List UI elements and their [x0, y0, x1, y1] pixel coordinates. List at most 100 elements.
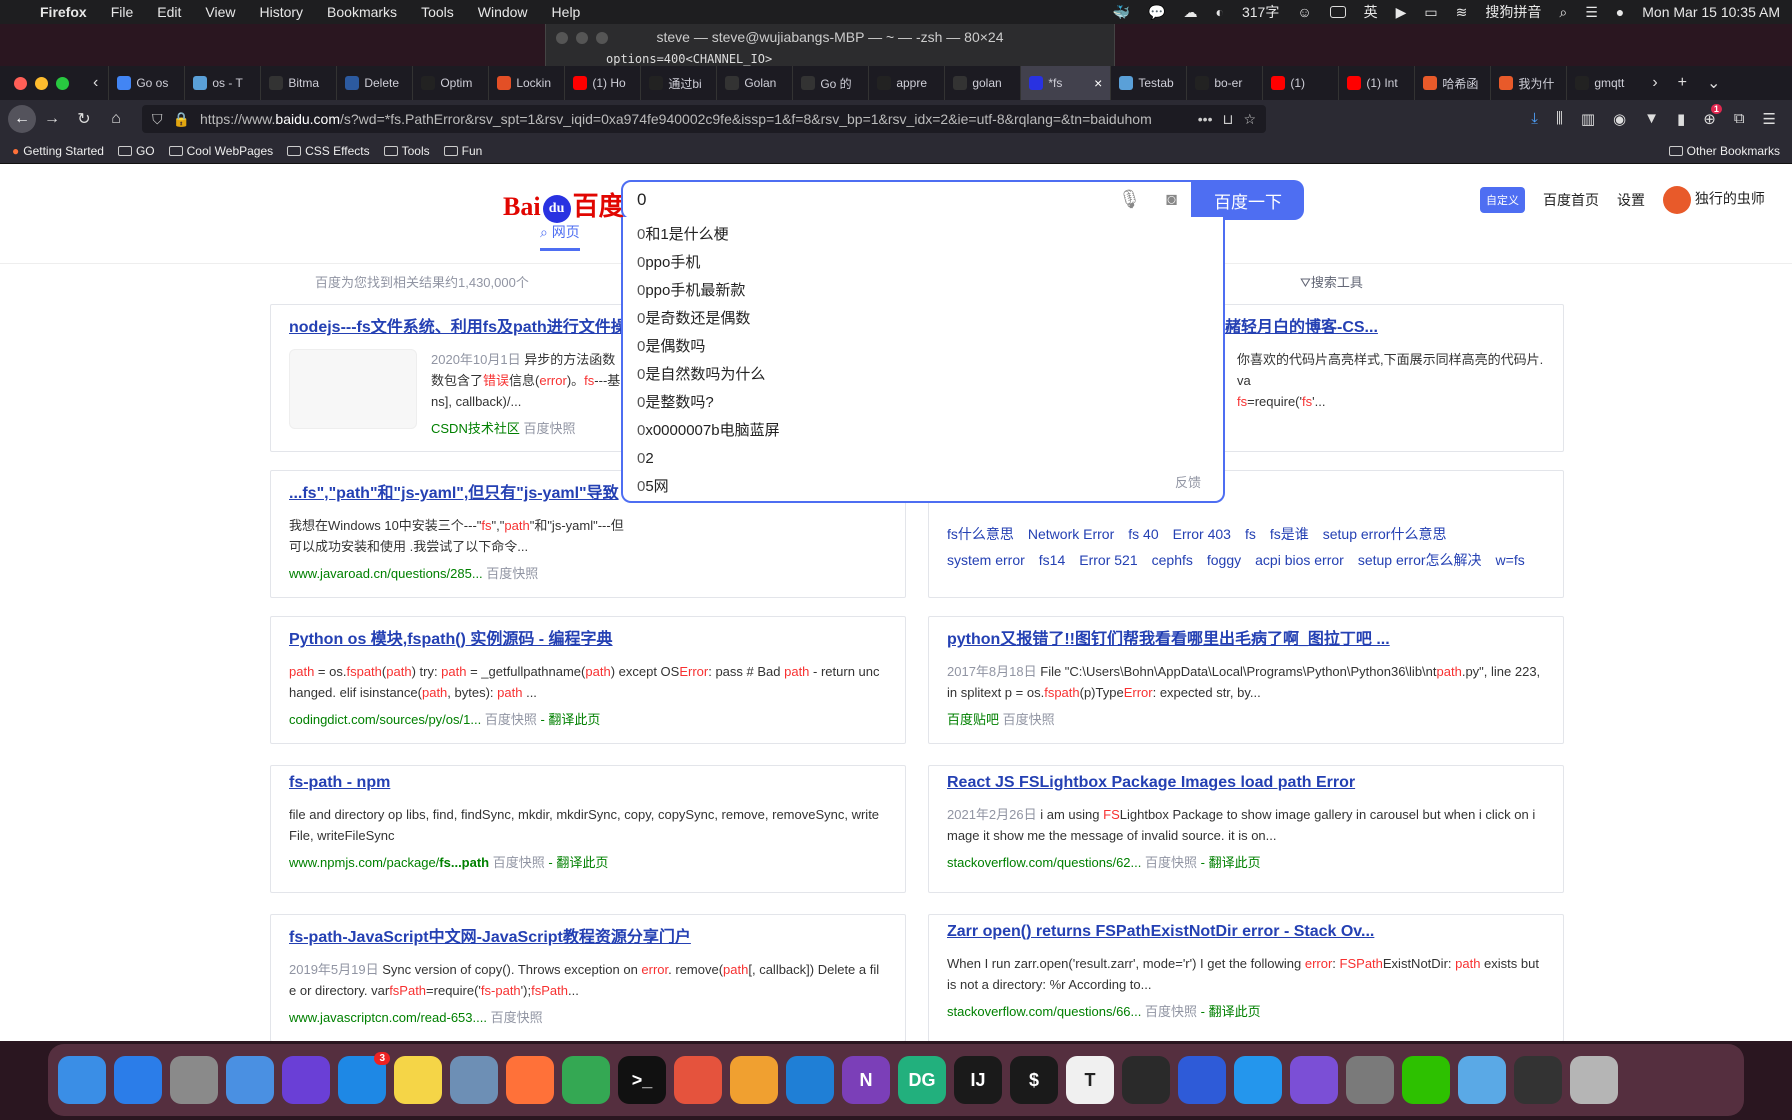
menu-view[interactable]: View — [205, 4, 235, 20]
library-icon[interactable]: ⫼ — [1556, 110, 1563, 128]
preview-icon[interactable] — [450, 1056, 498, 1104]
cloud-menu-icon[interactable]: ☁ — [1184, 4, 1198, 21]
tab-17[interactable]: 哈希函 — [1414, 66, 1490, 100]
wechat-icon[interactable] — [1402, 1056, 1450, 1104]
result-title[interactable]: React JS FSLightbox Package Images load … — [947, 774, 1545, 792]
screenshots-icon[interactable] — [1514, 1056, 1562, 1104]
typora-icon[interactable]: T — [1066, 1056, 1114, 1104]
spotlight-icon[interactable]: ⌕ — [1559, 4, 1567, 21]
bookmark-cool-webpages[interactable]: Cool WebPages — [168, 144, 273, 158]
terminal-icon[interactable]: >_ — [618, 1056, 666, 1104]
related-search-link[interactable]: Error 403 — [1173, 521, 1231, 547]
chrome-icon[interactable] — [562, 1056, 610, 1104]
related-search-link[interactable]: fs是谁 — [1270, 521, 1309, 547]
emoji-menu-icon[interactable]: ☺ — [1297, 4, 1311, 20]
menu-window[interactable]: Window — [478, 4, 528, 20]
ime-indicator[interactable]: 英 — [1364, 2, 1378, 22]
menu-edit[interactable]: Edit — [157, 4, 181, 20]
suggestion-item[interactable]: 05网 — [623, 473, 1223, 501]
camera-icon[interactable]: ◙ — [1166, 189, 1177, 210]
suggestion-item[interactable]: 0是整数吗? — [623, 389, 1223, 417]
forward-icon[interactable]: → — [36, 110, 68, 128]
char-count[interactable]: 317字 — [1242, 2, 1279, 22]
user-menu[interactable]: 独行的虫师 — [1663, 186, 1765, 214]
menu-bookmarks[interactable]: Bookmarks — [327, 4, 397, 20]
github-desktop-icon[interactable] — [1290, 1056, 1338, 1104]
tab-11[interactable]: golan — [944, 66, 1020, 100]
result-source[interactable]: stackoverflow.com/questions/62... 百度快照 -… — [947, 852, 1545, 871]
tab-14[interactable]: bo-er — [1186, 66, 1262, 100]
search-tools-button[interactable]: ⛛搜索工具 — [1300, 272, 1363, 291]
back-icon[interactable]: ← — [8, 105, 36, 133]
feedback-link[interactable]: 反馈 — [1175, 472, 1201, 491]
url-text[interactable]: https://www.baidu.com/s?wd=*fs.PathError… — [200, 111, 1188, 127]
related-search-link[interactable]: acpi bios error — [1255, 547, 1344, 573]
result-title[interactable]: Zarr open() returns FSPathExistNotDir er… — [947, 923, 1545, 941]
streaming-icon[interactable] — [1178, 1056, 1226, 1104]
list-tabs-icon[interactable]: ⌄ — [1697, 73, 1730, 93]
vscode-icon[interactable] — [786, 1056, 834, 1104]
tab-scroll-left-icon[interactable]: ‹ — [83, 74, 108, 92]
menu-file[interactable]: File — [111, 4, 134, 20]
related-search-link[interactable]: foggy — [1207, 547, 1241, 573]
sogou-input[interactable]: 搜狗拼音 — [1485, 2, 1541, 22]
remote-desktop-icon[interactable] — [674, 1056, 722, 1104]
play-menu-icon[interactable]: ▶ — [1396, 4, 1407, 21]
bookmark-getting-started[interactable]: ● Getting Started — [12, 144, 104, 158]
related-search-link[interactable]: setup error怎么解决 — [1358, 547, 1482, 573]
result-title[interactable]: fs-path-JavaScript中文网-JavaScript教程资源分享门户 — [289, 923, 887, 947]
result-title[interactable]: python又报错了!!图钉们帮我看看哪里出毛病了啊_图拉丁吧 ... — [947, 625, 1545, 649]
moon-menu-icon[interactable]: ◐ — [1216, 4, 1224, 20]
menu-history[interactable]: History — [259, 4, 303, 20]
keyboard-menu-icon[interactable] — [1329, 6, 1346, 18]
finder-icon[interactable] — [58, 1056, 106, 1104]
zoom-window-icon[interactable] — [56, 76, 69, 90]
pages-icon[interactable] — [730, 1056, 778, 1104]
siri-icon[interactable] — [282, 1056, 330, 1104]
launchpad-icon[interactable] — [170, 1056, 218, 1104]
system-preferences-icon[interactable] — [1346, 1056, 1394, 1104]
tab-9[interactable]: Go 的 — [792, 66, 868, 100]
tab-15[interactable]: (1) — [1262, 66, 1338, 100]
bookmark-fun[interactable]: Fun — [443, 144, 482, 158]
result-source[interactable]: www.npmjs.com/package/fs...path 百度快照 - 翻… — [289, 852, 887, 871]
menu-icon[interactable]: ☰ — [1763, 110, 1776, 128]
tab-6[interactable]: (1) Ho — [564, 66, 640, 100]
intellij-icon[interactable]: IJ — [954, 1056, 1002, 1104]
control-center-icon[interactable]: ☰ — [1585, 4, 1598, 21]
result-title[interactable]: fs-path - npm — [289, 774, 887, 792]
related-search-link[interactable]: fs 40 — [1128, 521, 1158, 547]
close-tab-icon[interactable]: × — [1094, 75, 1102, 91]
search-button[interactable]: 百度一下 — [1192, 180, 1304, 220]
docker-icon[interactable] — [1234, 1056, 1282, 1104]
tab-12[interactable]: *fs × — [1020, 66, 1111, 100]
trash-icon[interactable] — [1570, 1056, 1618, 1104]
sidebar-icon[interactable]: ▥ — [1581, 110, 1595, 128]
new-tab-icon[interactable]: + — [1668, 74, 1697, 92]
other-bookmarks[interactable]: Other Bookmarks — [1668, 144, 1780, 158]
tab-19[interactable]: gmqtt — [1566, 66, 1642, 100]
result-source[interactable]: codingdict.com/sources/py/os/1... 百度快照 -… — [289, 709, 887, 728]
firefox-icon[interactable] — [506, 1056, 554, 1104]
wifi-icon[interactable]: ≋ — [1456, 4, 1468, 21]
settings-link[interactable]: 设置 — [1617, 190, 1645, 210]
bookmark-star-icon[interactable]: ☆ — [1243, 111, 1256, 128]
baidu-logo[interactable]: Bai du 百度 — [503, 186, 625, 224]
suggestion-item[interactable]: 0和1是什么梗 — [623, 221, 1223, 249]
tab-2[interactable]: Bitma — [260, 66, 336, 100]
pocket-icon[interactable]: ⊔ — [1223, 111, 1234, 128]
bookmark-go[interactable]: GO — [117, 144, 155, 158]
tab-5[interactable]: Lockin — [488, 66, 564, 100]
docker-menu-icon[interactable]: 🐳 — [1113, 4, 1130, 21]
suggestion-item[interactable]: 0是奇数还是偶数 — [623, 305, 1223, 333]
clock[interactable]: Mon Mar 15 10:35 AM — [1642, 4, 1780, 20]
folder-icon[interactable] — [1458, 1056, 1506, 1104]
extensions-icon[interactable]: ⧉ — [1734, 110, 1745, 128]
microphone-icon[interactable]: 🎙 — [1118, 189, 1141, 210]
baidu-home-link[interactable]: 百度首页 — [1543, 190, 1599, 210]
bookmark-tools[interactable]: Tools — [383, 144, 430, 158]
siri-menu-icon[interactable]: ● — [1616, 4, 1624, 20]
home-icon[interactable]: ⌂ — [100, 110, 132, 128]
result-source[interactable]: www.javascriptcn.com/read-653.... 百度快照 — [289, 1007, 887, 1026]
activity-monitor-icon[interactable] — [1122, 1056, 1170, 1104]
